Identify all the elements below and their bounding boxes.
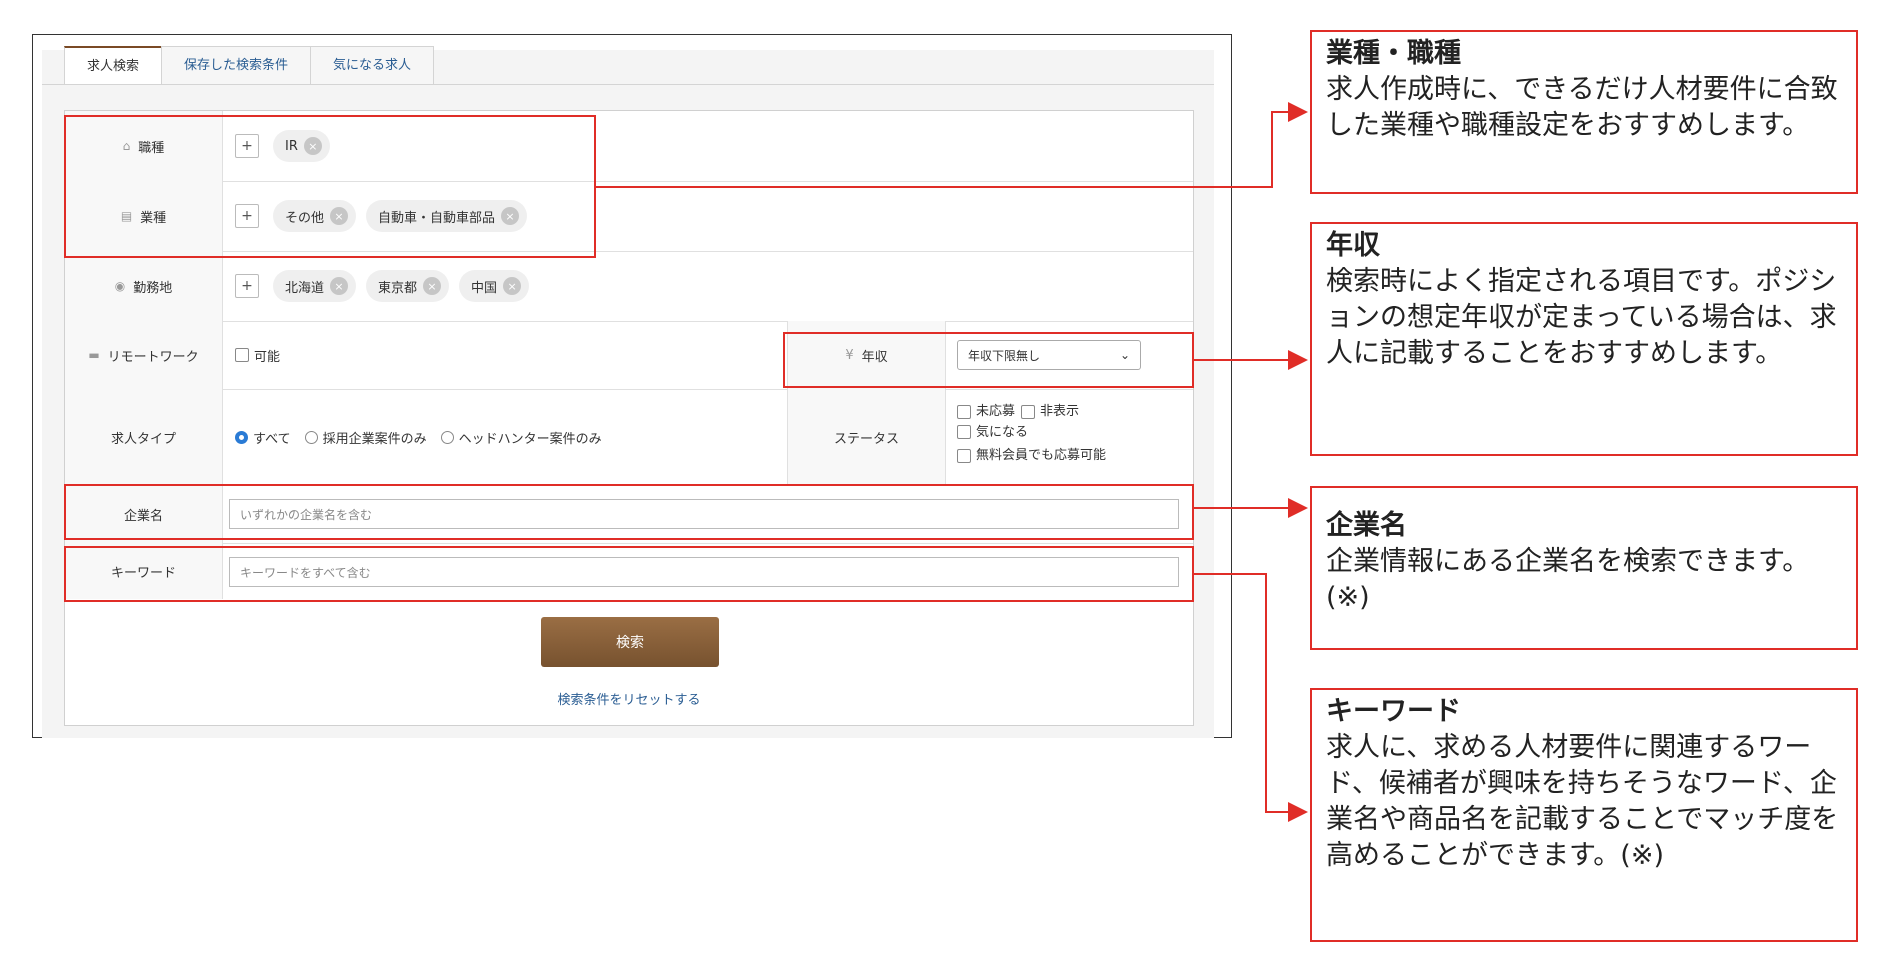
callout-body: 求人に、求める人材要件に関連するワード、候補者が興味を持ちそうなワード、企業名や… [1326, 732, 1839, 871]
callout-body: 企業情報にある企業名を検索できます。(※) [1326, 546, 1810, 613]
callout-title: キーワード [1326, 696, 1461, 727]
callout-keyword: キーワード 求人に、求める人材要件に関連するワード、候補者が興味を持ちそうなワー… [1310, 688, 1858, 942]
callout-title: 企業名 [1326, 510, 1407, 541]
connector-keyword [1194, 573, 1308, 822]
callout-title: 年収 [1326, 230, 1380, 261]
callout-title: 業種・職種 [1326, 38, 1461, 69]
callout-company: 企業名 企業情報にある企業名を検索できます。(※) [1310, 486, 1858, 650]
callout-body: 検索時によく指定される項目です。ポジションの想定年収が定まっている場合は、求人に… [1326, 266, 1837, 369]
callout-industry-occupation: 業種・職種 求人作成時に、できるだけ人材要件に合致した業種や職種設定をおすすめし… [1310, 30, 1858, 194]
connector-industry [596, 102, 1308, 188]
callout-body: 求人作成時に、できるだけ人材要件に合致した業種や職種設定をおすすめします。 [1326, 74, 1838, 141]
callout-salary: 年収 検索時によく指定される項目です。ポジションの想定年収が定まっている場合は、… [1310, 222, 1858, 456]
